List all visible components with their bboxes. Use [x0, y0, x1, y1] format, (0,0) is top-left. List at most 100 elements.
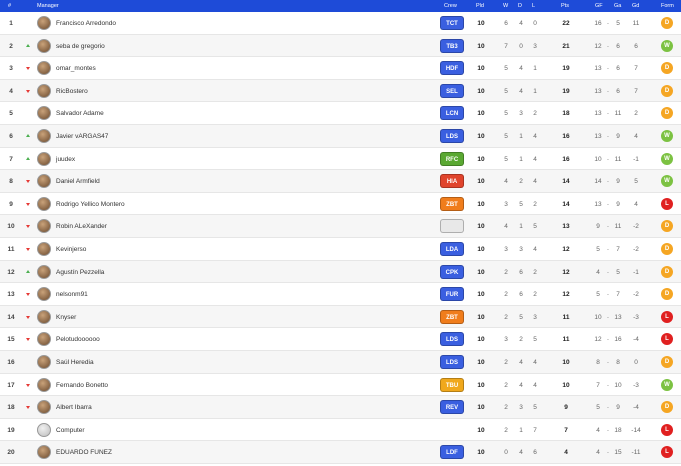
manager-name[interactable]: Rodrigo Yellico Montero	[56, 201, 125, 208]
avatar[interactable]	[37, 309, 51, 324]
form-badge: D	[661, 288, 673, 301]
manager-name[interactable]: Pelotudoooooo	[56, 336, 100, 343]
crew-badge[interactable]: TCT	[440, 16, 464, 30]
crew-badge[interactable]: HIA	[440, 174, 464, 189]
table-row[interactable]: 11 Kevinjerso LDA 10 3 3 4 12 5-7 -2 D	[0, 238, 681, 261]
played: 10	[477, 359, 485, 366]
draws: 4	[519, 449, 523, 457]
crew-badge[interactable]: TBU	[440, 377, 464, 392]
avatar[interactable]	[37, 242, 51, 256]
goal-difference: -2	[633, 291, 639, 299]
draws: 4	[519, 87, 523, 95]
avatar[interactable]	[37, 445, 51, 460]
crew-badge[interactable]: LDA	[440, 242, 464, 256]
table-row[interactable]: 20 EDUARDO FUNEZ LDF 10 0 4 6 4 4-15 -11 L	[0, 441, 681, 464]
manager-name[interactable]: omar_montes	[56, 65, 96, 72]
avatar[interactable]	[37, 16, 51, 30]
crew-badge[interactable]: LDF	[440, 445, 464, 460]
avatar[interactable]	[37, 61, 51, 76]
crew-badge[interactable]: RFC	[440, 151, 464, 166]
goals-against: 9	[616, 178, 620, 186]
manager-name[interactable]: Francisco Arredondo	[56, 20, 116, 27]
points: 9	[564, 404, 568, 412]
col-gf: GF	[595, 3, 603, 9]
table-row[interactable]: 9 Rodrigo Yellico Montero ZBT 10 3 5 2 14 13-9 4 L	[0, 193, 681, 216]
avatar[interactable]	[37, 196, 51, 211]
goals-for: 13	[594, 200, 602, 208]
avatar[interactable]	[37, 287, 51, 302]
draws: 0	[519, 42, 523, 50]
crew-badge[interactable]: LDS	[440, 332, 464, 347]
crew-badge[interactable]: REV	[440, 400, 464, 415]
position: 16	[7, 359, 15, 366]
crew-badge[interactable]: ZBT	[440, 196, 464, 211]
table-row[interactable]: 1 Francisco Arredondo TCT 10 6 4 0 22 16-5 11 D	[0, 12, 681, 35]
table-row[interactable]: 6 Javier vARGAS47 LDS 10 5 1 4 16 13-9 4 W	[0, 125, 681, 148]
manager-name[interactable]: Computer	[56, 427, 85, 434]
table-row[interactable]: 19 Computer 10 2 1 7 7 4-18 -14 L	[0, 419, 681, 442]
table-row[interactable]: 18 Albert Ibarra REV 10 2 3 5 9 5-9 -4 D	[0, 396, 681, 419]
wins: 4	[504, 223, 508, 231]
position: 18	[7, 404, 15, 412]
table-row[interactable]: 4 RicBostero SEL 10 5 4 1 19 13-6 7 D	[0, 79, 681, 103]
manager-name[interactable]: Salvador Adame	[56, 110, 104, 117]
col-ga: Ga	[614, 3, 622, 9]
table-row[interactable]: 13 nelsonm91 FUR 10 2 6 2 12 5-7 -2 D	[0, 283, 681, 306]
avatar[interactable]	[37, 400, 51, 415]
manager-name[interactable]: Agustín Pezzella	[56, 269, 104, 276]
manager-name[interactable]: seba de gregorio	[56, 43, 105, 50]
crew-badge[interactable]: HDF	[440, 61, 464, 76]
points: 11	[562, 313, 570, 321]
table-row[interactable]: 2 seba de gregorio TB3 10 7 0 3 21 12-6 6 W	[0, 34, 681, 58]
manager-name[interactable]: Knyser	[56, 314, 76, 321]
table-row[interactable]: 5 Salvador Adame LCN 10 5 3 2 18 13-11 2 D	[0, 102, 681, 125]
crew-badge[interactable]: LDS	[440, 355, 464, 369]
crew-badge[interactable]: FUR	[440, 287, 464, 302]
table-row[interactable]: 3 omar_montes HDF 10 5 4 1 19 13-6 7 D	[0, 57, 681, 80]
manager-name[interactable]: Kevinjerso	[56, 246, 86, 253]
played: 10	[477, 246, 485, 253]
table-row[interactable]: 8 Daniel Armfield HIA 10 4 2 4 14 14-9 5 W	[0, 170, 681, 193]
goals-against: 6	[616, 87, 620, 95]
crew-badge[interactable]: CPK	[440, 264, 464, 279]
table-row[interactable]: 10 Robin ALeXander 10 4 1 5 13 9-11 -2 D	[0, 215, 681, 238]
manager-name[interactable]: Robin ALeXander	[56, 223, 107, 230]
avatar[interactable]	[37, 151, 51, 166]
manager-name[interactable]: Fernando Bonetto	[56, 382, 108, 389]
avatar[interactable]	[37, 422, 51, 437]
table-row[interactable]: 16 Saúl Heredia LDS 10 2 4 4 10 8-8 0 D	[0, 351, 681, 374]
manager-name[interactable]: Saúl Heredia	[56, 359, 94, 366]
avatar[interactable]	[37, 355, 51, 369]
manager-name[interactable]: nelsonm91	[56, 291, 88, 298]
crew-badge[interactable]	[440, 219, 464, 234]
manager-name[interactable]: EDUARDO FUNEZ	[56, 449, 112, 456]
crew-badge[interactable]: LCN	[440, 106, 464, 121]
avatar[interactable]	[37, 83, 51, 98]
avatar[interactable]	[37, 106, 51, 121]
crew-badge[interactable]: TB3	[440, 38, 464, 53]
losses: 3	[533, 313, 537, 321]
crew-badge[interactable]: ZBT	[440, 309, 464, 324]
avatar[interactable]	[37, 377, 51, 392]
avatar[interactable]	[37, 129, 51, 143]
avatar[interactable]	[37, 174, 51, 189]
position: 10	[7, 223, 15, 231]
col-form: Form	[661, 3, 674, 9]
manager-name[interactable]: juudex	[56, 156, 75, 163]
avatar[interactable]	[37, 332, 51, 347]
manager-name[interactable]: RicBostero	[56, 88, 88, 95]
table-row[interactable]: 7 juudex RFC 10 5 1 4 16 10-11 -1 W	[0, 148, 681, 171]
crew-badge[interactable]: LDS	[440, 129, 464, 143]
avatar[interactable]	[37, 264, 51, 279]
table-row[interactable]: 15 Pelotudoooooo LDS 10 3 2 5 11 12-16 -4 L	[0, 328, 681, 351]
table-row[interactable]: 14 Knyser ZBT 10 2 5 3 11 10-13 -3 L	[0, 305, 681, 329]
manager-name[interactable]: Albert Ibarra	[56, 404, 92, 411]
trend-up-icon	[26, 156, 30, 160]
avatar[interactable]	[37, 219, 51, 234]
manager-name[interactable]: Javier vARGAS47	[56, 133, 108, 140]
manager-name[interactable]: Daniel Armfield	[56, 178, 100, 185]
table-row[interactable]: 17 Fernando Bonetto TBU 10 2 4 4 10 7-10 -3 W	[0, 374, 681, 397]
avatar[interactable]	[37, 38, 51, 53]
table-row[interactable]: 12 Agustín Pezzella CPK 10 2 6 2 12 4-5 -1 D	[0, 260, 681, 284]
crew-badge[interactable]: SEL	[440, 83, 464, 98]
